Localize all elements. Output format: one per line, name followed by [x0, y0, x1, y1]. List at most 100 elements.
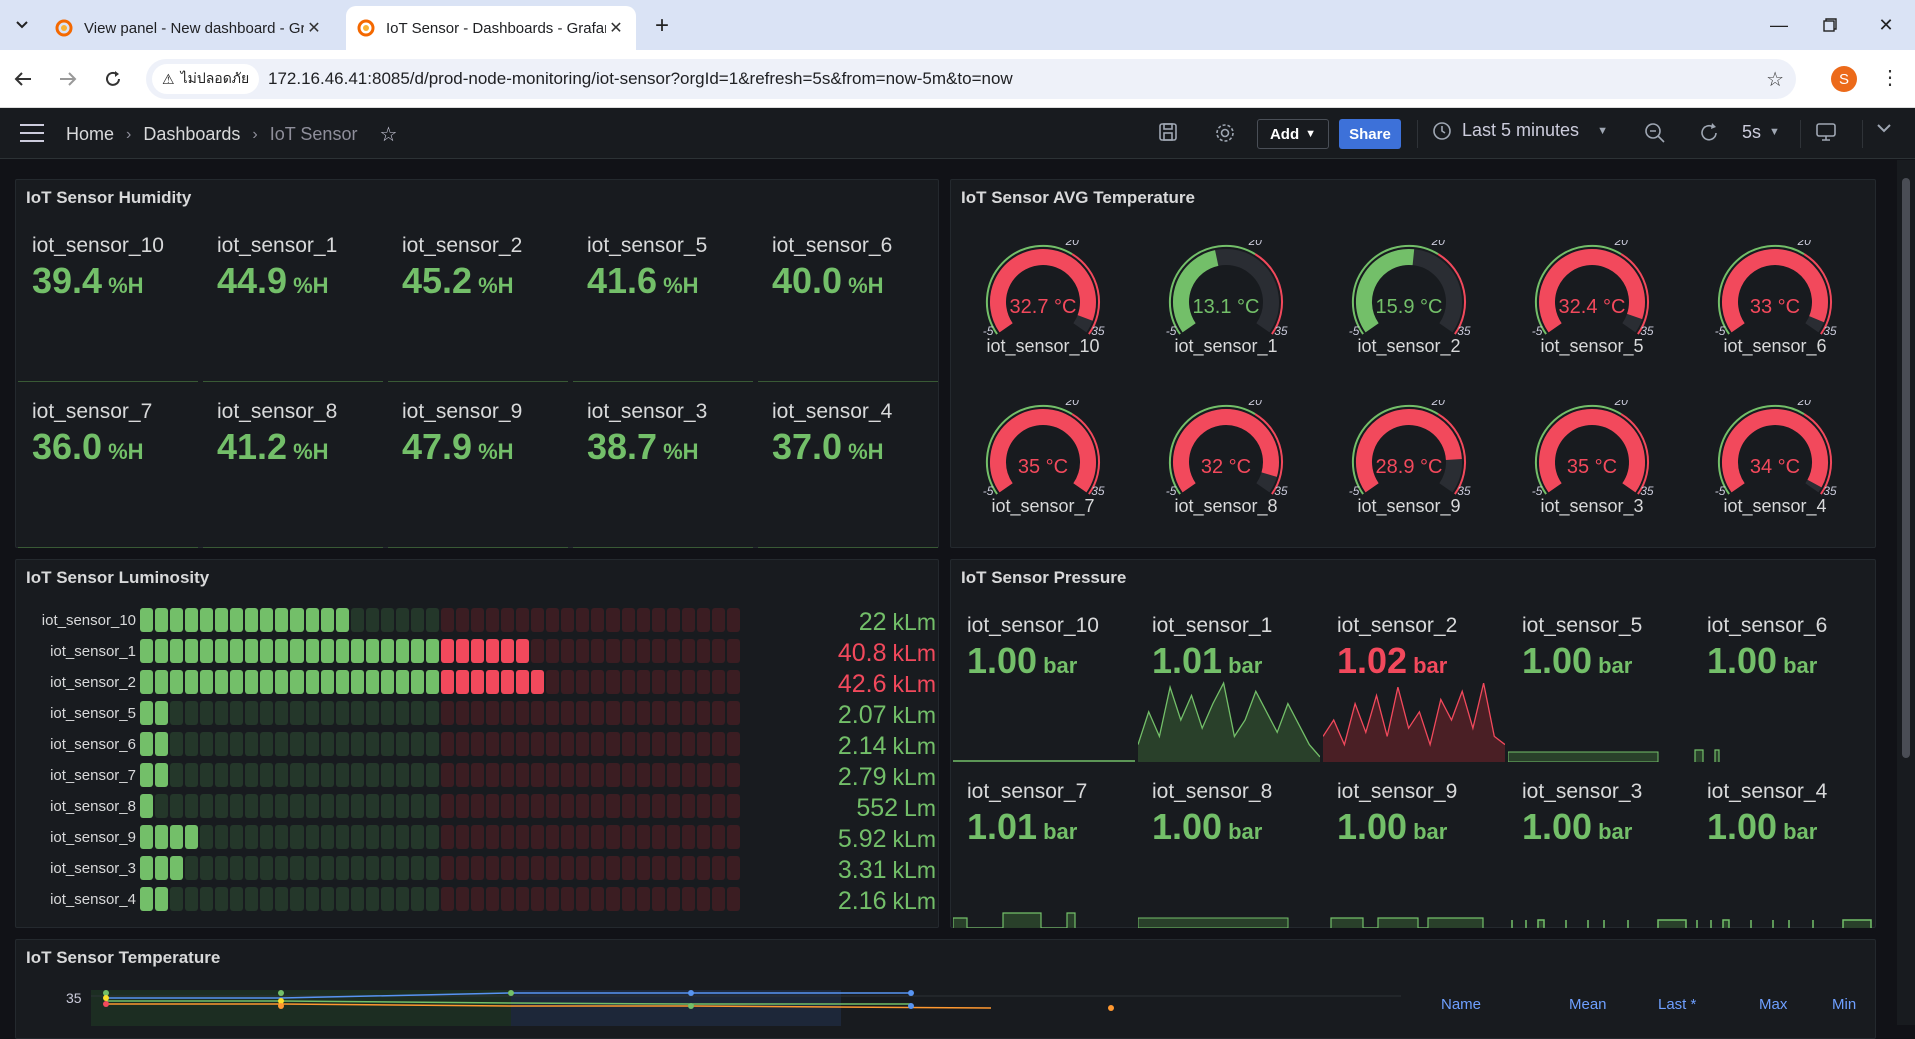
security-indicator[interactable]: ⚠ ไม่ปลอดภัย: [152, 64, 260, 94]
temperature-gauge[interactable]: -5 20 35 15.9 °C iot_sensor_2: [1319, 222, 1499, 382]
legend-col-mean[interactable]: Mean: [1569, 996, 1607, 1013]
browser-tab-iot-sensor[interactable]: IoT Sensor - Dashboards - Grafana ✕: [346, 6, 636, 50]
pressure-stat[interactable]: iot_sensor_2 1.02 bar: [1323, 602, 1505, 762]
bar-cell: [335, 608, 349, 632]
pressure-stat[interactable]: iot_sensor_4 1.00 bar: [1693, 768, 1875, 928]
bar-cell: [425, 732, 439, 756]
luminosity-row[interactable]: iot_sensor_2 42.6 kLm: [16, 668, 956, 698]
pressure-stat[interactable]: iot_sensor_8 1.00 bar: [1138, 768, 1320, 928]
pressure-stat[interactable]: iot_sensor_7 1.01 bar: [953, 768, 1135, 928]
bar-cell: [380, 608, 394, 632]
bar-cell: [531, 732, 545, 756]
humidity-stat[interactable]: iot_sensor_4 37.0 %H: [758, 388, 938, 548]
back-arrow-icon[interactable]: [10, 66, 36, 92]
humidity-stat[interactable]: iot_sensor_7 36.0 %H: [18, 388, 198, 548]
collapse-chevron-icon[interactable]: [1876, 122, 1892, 134]
url-text[interactable]: 172.16.46.41:8085/d/prod-node-monitoring…: [268, 69, 1013, 89]
tv-mode-icon[interactable]: [1815, 122, 1837, 142]
luminosity-row[interactable]: iot_sensor_4 2.16 kLm: [16, 885, 956, 915]
temperature-gauge[interactable]: -5 20 35 13.1 °C iot_sensor_1: [1136, 222, 1316, 382]
panel-title[interactable]: IoT Sensor Pressure: [961, 568, 1126, 588]
share-button[interactable]: Share: [1339, 119, 1401, 149]
luminosity-row[interactable]: iot_sensor_10 22 kLm: [16, 606, 956, 636]
pressure-stat[interactable]: iot_sensor_6 1.00 bar: [1693, 602, 1875, 762]
legend-col-last[interactable]: Last *: [1658, 996, 1696, 1013]
legend-col-min[interactable]: Min: [1832, 996, 1856, 1013]
luminosity-row[interactable]: iot_sensor_1 40.8 kLm: [16, 637, 956, 667]
browser-menu-icon[interactable]: ⋮: [1880, 65, 1900, 90]
reload-icon[interactable]: [100, 66, 126, 92]
settings-gear-icon[interactable]: [1214, 122, 1236, 144]
new-tab-button[interactable]: +: [648, 12, 676, 40]
luminosity-row[interactable]: iot_sensor_5 2.07 kLm: [16, 699, 956, 729]
panel-title[interactable]: IoT Sensor Luminosity: [26, 568, 209, 588]
humidity-stat[interactable]: iot_sensor_8 41.2 %H: [203, 388, 383, 548]
hamburger-menu-icon[interactable]: [20, 124, 44, 142]
humidity-stat[interactable]: iot_sensor_10 39.4 %H: [18, 222, 198, 382]
humidity-stat[interactable]: iot_sensor_2 45.2 %H: [388, 222, 568, 382]
bookmark-star-icon[interactable]: ☆: [1766, 67, 1784, 92]
humidity-stat[interactable]: iot_sensor_1 44.9 %H: [203, 222, 383, 382]
humidity-stat[interactable]: iot_sensor_3 38.7 %H: [573, 388, 753, 548]
legend-col-max[interactable]: Max: [1759, 996, 1787, 1013]
profile-avatar[interactable]: S: [1831, 66, 1857, 92]
temperature-gauge[interactable]: -5 20 35 28.9 °C iot_sensor_9: [1319, 382, 1499, 542]
close-window-icon[interactable]: ✕: [1871, 12, 1901, 38]
luminosity-row[interactable]: iot_sensor_9 5.92 kLm: [16, 823, 956, 853]
bar-cell: [501, 825, 515, 849]
luminosity-row[interactable]: iot_sensor_6 2.14 kLm: [16, 730, 956, 760]
restore-window-icon[interactable]: [1815, 12, 1845, 38]
minimize-window-icon[interactable]: —: [1764, 12, 1794, 38]
stat-value: 41.6 %H: [587, 260, 699, 302]
page-scrollbar[interactable]: [1897, 160, 1915, 1025]
legend-col-name[interactable]: Name: [1441, 996, 1481, 1013]
sparkline-area: [1138, 683, 1320, 762]
browser-tab-view-panel[interactable]: View panel - New dashboard - Grafana ✕: [44, 6, 334, 50]
temperature-gauge[interactable]: -5 20 35 32.7 °C iot_sensor_10: [953, 222, 1133, 382]
luminosity-row[interactable]: iot_sensor_7 2.79 kLm: [16, 761, 956, 791]
pressure-stat[interactable]: iot_sensor_1 1.01 bar: [1138, 602, 1320, 762]
pressure-stat[interactable]: iot_sensor_5 1.00 bar: [1508, 602, 1690, 762]
bar-cell: [666, 608, 680, 632]
save-dashboard-icon[interactable]: [1158, 122, 1178, 142]
favorite-star-icon[interactable]: ☆: [379, 122, 397, 147]
bar-unit: kLm: [892, 702, 936, 728]
url-omnibox[interactable]: ⚠ ไม่ปลอดภัย 172.16.46.41:8085/d/prod-no…: [146, 59, 1796, 99]
time-range-picker[interactable]: Last 5 minutes ▼: [1432, 120, 1608, 141]
panel-title[interactable]: IoT Sensor Humidity: [26, 188, 191, 208]
bar-cell: [230, 701, 244, 725]
pressure-stat[interactable]: iot_sensor_3 1.00 bar: [1508, 768, 1690, 928]
temperature-timeseries-chart[interactable]: [91, 990, 1401, 1026]
forward-arrow-icon[interactable]: [55, 66, 81, 92]
temperature-gauge[interactable]: -5 20 35 33 °C iot_sensor_6: [1685, 222, 1865, 382]
temperature-gauge[interactable]: -5 20 35 32 °C iot_sensor_8: [1136, 382, 1316, 542]
luminosity-row[interactable]: iot_sensor_3 3.31 kLm: [16, 854, 956, 884]
bar-cell: [380, 763, 394, 787]
temperature-gauge[interactable]: -5 20 35 34 °C iot_sensor_4: [1685, 382, 1865, 542]
close-tab-icon[interactable]: ✕: [304, 18, 324, 38]
temperature-gauge[interactable]: -5 20 35 32.4 °C iot_sensor_5: [1502, 222, 1682, 382]
zoom-out-icon[interactable]: [1644, 122, 1666, 144]
tab-search-chevron-icon[interactable]: [8, 13, 36, 37]
refresh-dashboard-icon[interactable]: [1698, 122, 1720, 144]
close-tab-icon[interactable]: ✕: [606, 18, 626, 38]
breadcrumb-dashboards[interactable]: Dashboards: [143, 124, 240, 145]
temperature-gauge[interactable]: -5 20 35 35 °C iot_sensor_3: [1502, 382, 1682, 542]
scrollbar-thumb[interactable]: [1902, 178, 1910, 758]
pressure-stat[interactable]: iot_sensor_10 1.00 bar: [953, 602, 1135, 762]
pressure-stat[interactable]: iot_sensor_9 1.00 bar: [1323, 768, 1505, 928]
refresh-interval-picker[interactable]: 5s ▼: [1742, 122, 1780, 143]
humidity-stat[interactable]: iot_sensor_9 47.9 %H: [388, 388, 568, 548]
stat-value: 47.9 %H: [402, 426, 514, 468]
humidity-stat[interactable]: iot_sensor_6 40.0 %H: [758, 222, 938, 382]
panel-title[interactable]: IoT Sensor AVG Temperature: [961, 188, 1195, 208]
sparkline: [1694, 749, 1720, 762]
breadcrumb-home[interactable]: Home: [66, 124, 114, 145]
add-button[interactable]: Add ▼: [1257, 119, 1329, 149]
humidity-stat[interactable]: iot_sensor_5 41.6 %H: [573, 222, 753, 382]
bar-number: 5.92: [837, 825, 887, 853]
bar-cell: [245, 887, 259, 911]
panel-title[interactable]: IoT Sensor Temperature: [26, 948, 220, 968]
luminosity-row[interactable]: iot_sensor_8 552 Lm: [16, 792, 956, 822]
temperature-gauge[interactable]: -5 20 35 35 °C iot_sensor_7: [953, 382, 1133, 542]
